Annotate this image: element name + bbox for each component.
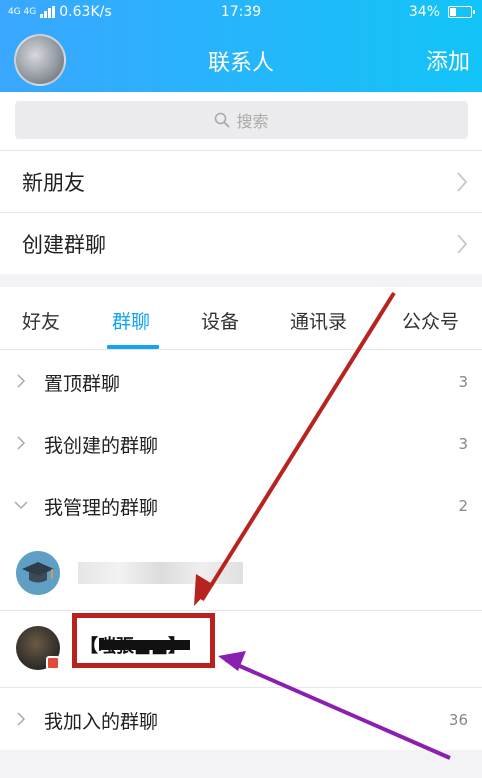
group-category-managed[interactable]: 我管理的群聊 2 — [0, 474, 482, 536]
status-bar: 4G 4G 0.63K/s 17:39 34% — [0, 0, 482, 26]
group-category-label: 我加入的群聊 — [44, 711, 159, 733]
new-friends-row[interactable]: 新朋友 — [0, 151, 482, 212]
tab-devices[interactable]: 设备 — [201, 307, 239, 334]
tab-groups[interactable]: 群聊 — [112, 307, 150, 334]
search-icon — [214, 112, 230, 128]
row-label: 创建群聊 — [22, 232, 106, 257]
group-count: 36 — [448, 711, 468, 729]
group-category-pinned[interactable]: 置顶群聊 3 — [0, 350, 482, 412]
row-label: 新朋友 — [22, 170, 85, 195]
tab-address-book[interactable]: 通讯录 — [290, 307, 347, 334]
tab-friends[interactable]: 好友 — [22, 307, 60, 334]
group-category-label: 我创建的群聊 — [44, 435, 159, 457]
group-name-blurred — [78, 562, 243, 584]
chevron-right-icon — [456, 233, 468, 255]
group-category-label: 置顶群聊 — [44, 373, 121, 395]
chevron-right-icon — [456, 171, 468, 193]
contact-tabs: 好友 群聊 设备 通讯录 公众号 — [0, 287, 482, 349]
chevron-right-icon — [14, 374, 28, 388]
group-count: 3 — [458, 435, 468, 453]
battery-icon — [448, 6, 475, 18]
chevron-right-icon — [14, 436, 28, 450]
group-category-joined[interactable]: 我加入的群聊 36 — [0, 688, 482, 750]
add-button[interactable]: 添加 — [426, 44, 470, 76]
status-right: 34% — [408, 4, 475, 20]
group-list-item[interactable] — [0, 536, 482, 610]
group-category-created[interactable]: 我创建的群聊 3 — [0, 412, 482, 474]
search-input[interactable]: 搜索 — [15, 101, 468, 139]
redaction-bar — [100, 640, 190, 650]
page-title: 联系人 — [207, 51, 274, 76]
group-count: 3 — [458, 373, 468, 391]
header-bar: 4G 4G 0.63K/s 17:39 34% 联系人 添加 — [0, 0, 482, 92]
battery-percent: 34% — [408, 4, 440, 20]
graduation-cap-avatar — [16, 551, 60, 595]
chevron-down-icon — [14, 498, 28, 512]
search-placeholder: 搜索 — [236, 112, 269, 131]
owner-badge-icon — [46, 656, 60, 670]
create-group-row[interactable]: 创建群聊 — [0, 213, 482, 274]
group-category-label: 我管理的群聊 — [44, 497, 159, 519]
chevron-right-icon — [14, 712, 28, 726]
tab-official-accounts[interactable]: 公众号 — [402, 307, 459, 334]
search-section: 搜索 — [0, 92, 482, 150]
group-count: 2 — [458, 497, 468, 515]
